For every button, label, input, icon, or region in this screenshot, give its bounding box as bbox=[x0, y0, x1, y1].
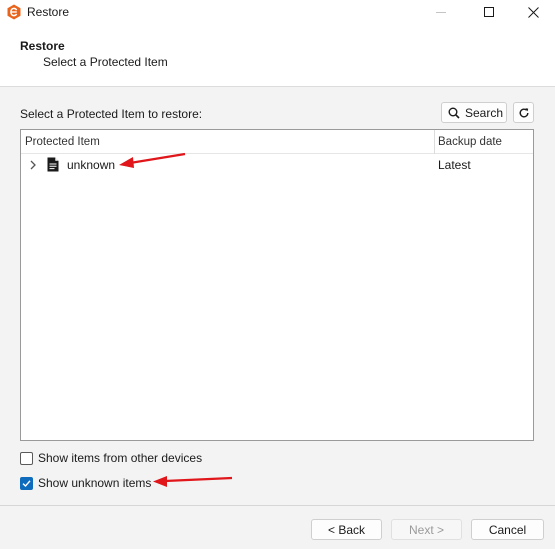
document-icon bbox=[47, 157, 59, 172]
header-title: Restore bbox=[20, 39, 65, 53]
item-backup-date: Latest bbox=[438, 158, 471, 172]
column-divider[interactable] bbox=[434, 130, 435, 154]
tree-header: Protected Item Backup date bbox=[21, 130, 533, 154]
chevron-right-icon[interactable] bbox=[28, 159, 38, 171]
app-logo-icon bbox=[7, 4, 21, 20]
search-icon bbox=[448, 107, 460, 119]
protected-items-tree[interactable]: Protected Item Backup date unknown Lates… bbox=[20, 129, 534, 441]
minimize-button[interactable] bbox=[418, 0, 464, 24]
title-bar[interactable]: Restore bbox=[0, 0, 555, 24]
select-item-prompt: Select a Protected Item to restore: bbox=[20, 107, 203, 121]
wizard-header: Restore Select a Protected Item bbox=[0, 24, 555, 87]
column-header-protected-item[interactable]: Protected Item bbox=[25, 136, 100, 148]
footer-divider bbox=[0, 505, 555, 506]
other-devices-checkbox[interactable] bbox=[20, 451, 33, 465]
other-devices-label[interactable]: Show items from other devices bbox=[38, 451, 202, 465]
restore-dialog: Restore Restore Select a Protected Item … bbox=[0, 0, 555, 549]
maximize-button[interactable] bbox=[466, 0, 512, 24]
cancel-button[interactable]: Cancel bbox=[471, 519, 544, 540]
option-other-devices[interactable]: Show items from other devices bbox=[20, 450, 202, 466]
tree-row[interactable]: unknown Latest bbox=[21, 155, 533, 175]
close-icon bbox=[527, 6, 539, 18]
checkmark-icon bbox=[22, 479, 31, 487]
close-button[interactable] bbox=[510, 0, 555, 24]
search-button[interactable]: Search bbox=[441, 102, 507, 123]
back-button[interactable]: < Back bbox=[311, 519, 382, 540]
column-header-backup-date[interactable]: Backup date bbox=[438, 136, 502, 148]
window-title: Restore bbox=[27, 5, 70, 19]
header-subtitle: Select a Protected Item bbox=[43, 55, 168, 69]
search-button-label: Search bbox=[465, 105, 504, 120]
item-name: unknown bbox=[67, 158, 116, 172]
minimize-icon bbox=[436, 11, 446, 13]
unknown-items-label[interactable]: Show unknown items bbox=[38, 476, 151, 490]
maximize-icon bbox=[484, 7, 494, 17]
refresh-icon bbox=[519, 107, 528, 117]
unknown-items-checkbox[interactable] bbox=[20, 476, 33, 490]
annotation-arrow-show-unknown bbox=[153, 476, 233, 487]
next-button[interactable]: Next > bbox=[391, 519, 462, 540]
option-unknown-items[interactable]: Show unknown items bbox=[20, 475, 151, 491]
refresh-button[interactable] bbox=[513, 102, 534, 123]
